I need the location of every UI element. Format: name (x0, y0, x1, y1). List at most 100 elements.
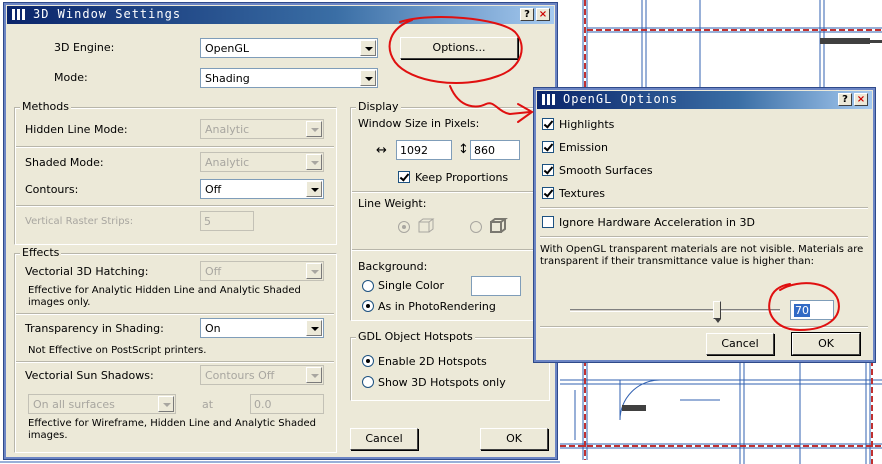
shaded-mode-select[interactable]: Analytic (200, 152, 324, 172)
chevron-down-icon[interactable] (306, 263, 322, 279)
hatching-value: Off (205, 265, 222, 278)
effects-divider-2 (16, 361, 334, 363)
methods-group-title: Methods (20, 100, 71, 113)
opengl-divider-3 (540, 326, 868, 328)
window-width-field[interactable]: 1092 (396, 140, 452, 160)
sun-shadows-value: Contours Off (205, 369, 275, 382)
raster-strips-field[interactable]: 5 (200, 211, 254, 231)
chevron-down-icon[interactable] (360, 70, 376, 86)
chevron-down-icon[interactable] (306, 181, 322, 197)
window-size-label: Window Size in Pixels: (358, 117, 480, 130)
sun-shadows-label: Vectorial Sun Shadows: (25, 369, 154, 382)
smooth-surfaces-label: Smooth Surfaces (559, 164, 653, 177)
textures-checkbox[interactable] (542, 187, 554, 199)
opengl-dialog-title: OpenGL Options (563, 92, 679, 106)
engine-select[interactable]: OpenGL (200, 38, 378, 58)
sun-shadows-select[interactable]: Contours Off (200, 365, 324, 385)
line-weight-thin-radio[interactable] (398, 221, 410, 233)
display-divider (352, 191, 548, 193)
shaded-mode-label: Shaded Mode: (25, 156, 104, 169)
as-photorendering-radio[interactable] (362, 300, 374, 312)
archicad-app-icon (12, 9, 25, 20)
emission-label: Emission (559, 141, 608, 154)
ignore-hw-acceleration-checkbox[interactable] (542, 216, 554, 228)
hidden-line-label: Hidden Line Mode: (25, 123, 128, 136)
background-label: Background: (358, 260, 428, 273)
transmittance-value: 70 (794, 304, 810, 317)
transparency-select[interactable]: On (200, 318, 324, 338)
smooth-surfaces-checkbox[interactable] (542, 164, 554, 176)
cancel-button[interactable]: Cancel (350, 428, 418, 450)
archicad-app-icon (542, 94, 555, 105)
chevron-down-icon[interactable] (306, 154, 322, 170)
transparency-info-text: With OpenGL transparent materials are no… (540, 244, 864, 267)
display-group-title: Display (356, 100, 401, 113)
hidden-line-value: Analytic (205, 123, 250, 136)
main-titlebar[interactable]: 3D Window Settings ? × (7, 6, 554, 24)
raster-strips-label: Vertical Raster Strips: (25, 216, 134, 227)
highlights-label: Highlights (559, 118, 615, 131)
mode-select[interactable]: Shading (200, 68, 378, 88)
chevron-down-icon[interactable] (306, 121, 322, 137)
3d-window-settings-dialog: 3D Window Settings ? × 3D Engine: OpenGL… (3, 2, 558, 460)
help-button[interactable]: ? (520, 8, 534, 21)
chevron-down-icon[interactable] (360, 40, 376, 56)
at-value: 0.0 (254, 398, 272, 411)
hatching-select[interactable]: Off (200, 261, 324, 281)
width-arrow-icon: ↔ (376, 143, 387, 158)
enable-2d-hotspots-radio[interactable] (362, 355, 374, 367)
raster-strips-value: 5 (204, 215, 211, 228)
surfaces-select[interactable]: On all surfaces (28, 394, 176, 414)
methods-divider (16, 146, 334, 148)
window-height-field[interactable]: 860 (470, 140, 520, 160)
single-color-label: Single Color (378, 279, 445, 292)
transmittance-slider-track[interactable] (570, 309, 780, 312)
transmittance-field[interactable]: 70 (790, 300, 834, 320)
enable-2d-hotspots-label: Enable 2D Hotspots (378, 355, 487, 368)
window-width-value: 1092 (400, 144, 428, 157)
thick-line-cube-icon (490, 218, 508, 233)
highlights-checkbox[interactable] (542, 118, 554, 130)
mode-select-value: Shading (205, 72, 250, 85)
chevron-down-icon[interactable] (158, 396, 174, 412)
textures-label: Textures (559, 187, 605, 200)
hidden-line-select[interactable]: Analytic (200, 119, 324, 139)
opengl-titlebar[interactable]: OpenGL Options ? × (537, 91, 872, 109)
line-weight-thick-radio[interactable] (470, 221, 482, 233)
at-label: at (202, 398, 214, 411)
opengl-options-dialog: OpenGL Options ? × Highlights Emission S… (533, 87, 876, 363)
chevron-down-icon[interactable] (306, 320, 322, 336)
effects-divider (16, 313, 334, 315)
help-button[interactable]: ? (838, 93, 852, 106)
keep-proportions-checkbox[interactable] (398, 171, 410, 183)
show-3d-hotspots-label: Show 3D Hotspots only (378, 376, 506, 389)
methods-divider-2 (16, 205, 334, 207)
hatching-label: Vectorial 3D Hatching: (25, 265, 149, 278)
height-arrow-icon: ↕ (458, 142, 469, 157)
ok-button[interactable]: OK (480, 428, 548, 450)
close-icon[interactable]: × (536, 8, 550, 21)
transmittance-slider-thumb[interactable] (713, 301, 721, 323)
transparency-label: Transparency in Shading: (25, 322, 164, 335)
line-weight-label: Line Weight: (358, 197, 427, 210)
opengl-ok-button[interactable]: OK (791, 332, 861, 356)
close-icon[interactable]: × (854, 93, 868, 106)
surfaces-value: On all surfaces (33, 398, 115, 411)
hatching-note: Effective for Analytic Hidden Line and A… (28, 285, 301, 308)
at-field[interactable]: 0.0 (250, 394, 324, 414)
contours-select[interactable]: Off (200, 179, 324, 199)
emission-checkbox[interactable] (542, 141, 554, 153)
options-button[interactable]: Options... (400, 37, 518, 59)
single-color-radio[interactable] (362, 280, 374, 292)
display-divider-2 (352, 249, 548, 251)
contours-label: Contours: (25, 183, 79, 196)
as-photorendering-label: As in PhotoRendering (378, 300, 496, 313)
opengl-cancel-button[interactable]: Cancel (706, 333, 774, 355)
main-dialog-title: 3D Window Settings (33, 7, 182, 21)
keep-proportions-label: Keep Proportions (415, 171, 509, 184)
contours-value: Off (205, 183, 222, 196)
window-height-value: 860 (474, 144, 495, 157)
show-3d-hotspots-radio[interactable] (362, 376, 374, 388)
background-color-swatch[interactable] (471, 276, 521, 296)
chevron-down-icon[interactable] (306, 367, 322, 383)
